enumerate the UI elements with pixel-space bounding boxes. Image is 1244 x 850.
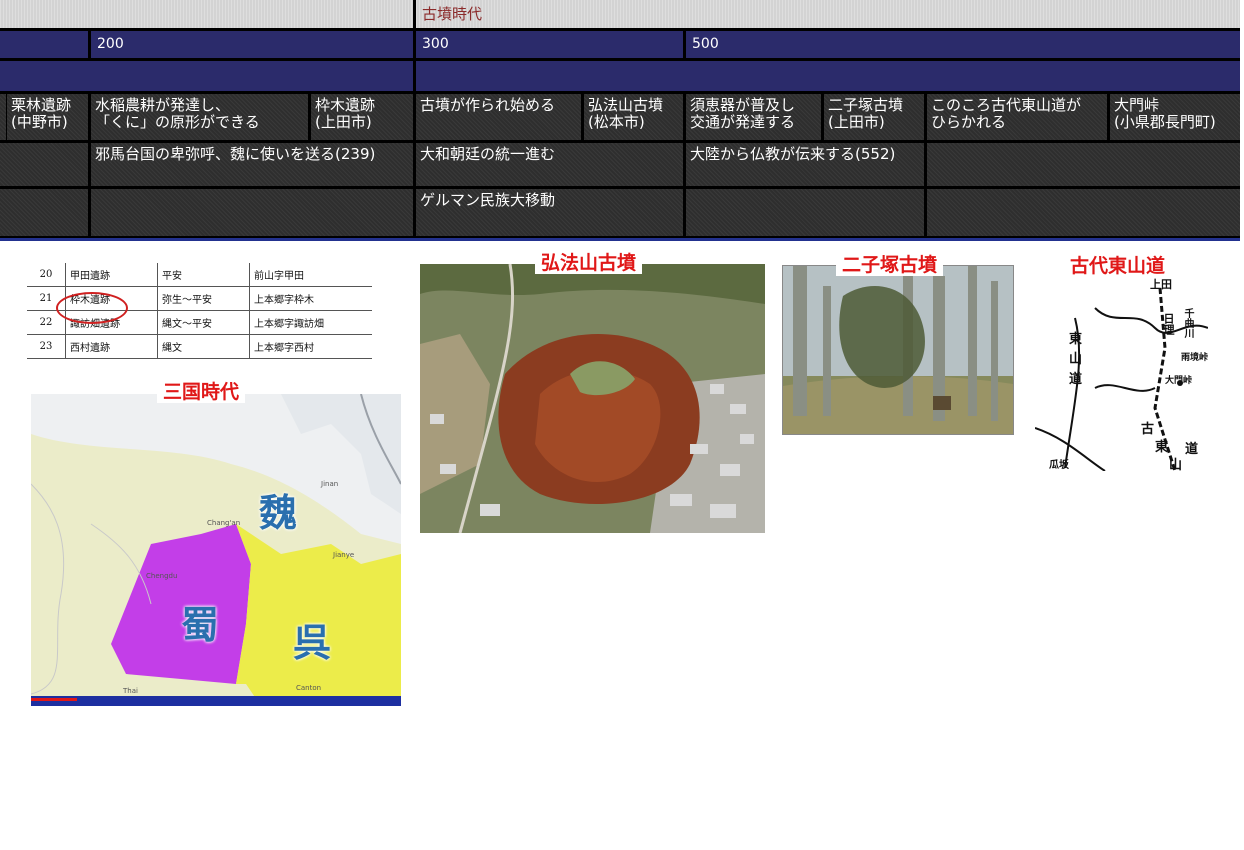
- city-label: Canton: [296, 684, 322, 692]
- event-blank: [91, 189, 413, 236]
- event-line1: 栗林遺跡: [11, 96, 72, 114]
- event-line1: 二子塚古墳: [828, 96, 904, 114]
- label-wu: 呉: [293, 620, 332, 665]
- tosando-old-map: 上田 日理 東 山 道 千曲川 大門峠 雨境峠 瓜坂 古 東 山 道: [1035, 268, 1208, 471]
- event-wakuki: 枠木遺跡 (上田市): [311, 94, 413, 140]
- three-kingdoms-map: 魏 蜀 呉 Chang'an Chengdu Jianye Canton Jin…: [31, 394, 401, 706]
- map-bottom-bar: [31, 696, 401, 706]
- old-map-illustration: [1035, 268, 1208, 471]
- event-blank: [0, 189, 88, 236]
- event-tosando: このころ古代東山道が ひらかれる: [927, 94, 1107, 140]
- event-blank: [927, 143, 1240, 186]
- city-label: Jianye: [333, 551, 355, 559]
- event-blank: [927, 189, 1240, 236]
- event-yamato: 大和朝廷の統一進む: [416, 143, 683, 186]
- old-map-label: 大門峠: [1165, 376, 1193, 386]
- year-300: 300: [416, 31, 683, 58]
- event-line2: (小県郡長門町): [1114, 113, 1216, 131]
- event-line1: 水稲農耕が発達し、: [95, 96, 231, 114]
- label-shu: 蜀: [181, 602, 220, 647]
- table-bottom-border: [0, 238, 1240, 241]
- band-left: [0, 61, 413, 91]
- label-wei: 魏: [259, 490, 298, 535]
- event-blank-left: [0, 94, 6, 140]
- highlight-circle: [56, 292, 128, 324]
- event-line2: (上田市): [828, 113, 885, 131]
- old-map-label: 山: [1069, 352, 1083, 367]
- city-label: Chang'an: [207, 519, 241, 527]
- event-line2: 「くに」の原形ができる: [95, 113, 260, 131]
- caption-tosando: 古代東山道: [1064, 255, 1172, 277]
- kobosan-aerial-photo: [420, 264, 765, 533]
- event-sueki: 須恵器が普及し 交通が発達する: [686, 94, 821, 140]
- year-500: 500: [686, 31, 1240, 58]
- event-kuribayashi: 栗林遺跡 (中野市): [7, 94, 88, 140]
- site-no: 23: [27, 334, 66, 359]
- old-map-label: 日理: [1162, 313, 1175, 335]
- old-map-label: 雨境峠: [1181, 353, 1208, 363]
- event-daimon-pass: 大門峠 (小県郡長門町): [1110, 94, 1240, 140]
- event-rice-farming: 水稲農耕が発達し、 「くに」の原形ができる: [91, 94, 308, 140]
- table-row: 20 甲田遺跡 平安 前山字甲田: [27, 263, 372, 287]
- old-map-label: 道: [1069, 372, 1083, 387]
- event-line2: (上田市): [315, 113, 372, 131]
- caption-futagozuka: 二子塚古墳: [836, 254, 944, 276]
- event-line1: 枠木遺跡: [315, 96, 376, 114]
- old-map-label: 千曲川: [1182, 308, 1193, 338]
- site-name: 甲田遺跡: [64, 263, 158, 287]
- event-blank: [0, 143, 88, 186]
- timeline-table: 古墳時代 200 300 500 栗林遺跡 (中野市) 水稲農耕が発達し、 「く…: [0, 0, 1240, 241]
- event-germanic: ゲルマン民族大移動: [416, 189, 683, 236]
- event-line2: (中野市): [11, 113, 68, 131]
- old-map-label: 古: [1141, 422, 1155, 437]
- map-red-mark: [31, 698, 77, 701]
- site-period: 平安: [157, 263, 250, 287]
- event-line1: このころ古代東山道が: [931, 96, 1082, 114]
- site-place: 上本郷字西村: [249, 334, 372, 359]
- old-map-label: 瓜坂: [1049, 460, 1069, 471]
- era-blank-cell: [0, 0, 413, 28]
- event-buddhism: 大陸から仏教が伝来する(552): [686, 143, 924, 186]
- table-row: 23 西村遺跡 縄文 上本郷字西村: [27, 334, 372, 359]
- event-himiko: 邪馬台国の卑弥呼、魏に使いを送る(239): [91, 143, 413, 186]
- event-line1: 弘法山古墳: [588, 96, 664, 114]
- site-period: 縄文～平安: [157, 310, 250, 335]
- site-place: 上本郷字枠木: [249, 286, 372, 311]
- city-label: Chengdu: [146, 572, 178, 580]
- event-futagozuka: 二子塚古墳 (上田市): [824, 94, 924, 140]
- site-place: 上本郷字諏訪畑: [249, 310, 372, 335]
- caption-three-kingdoms: 三国時代: [157, 381, 246, 403]
- map-regions: [31, 394, 401, 706]
- event-line2: 交通が発達する: [690, 113, 796, 131]
- city-label: Thai: [123, 687, 138, 695]
- site-period: 縄文: [157, 334, 250, 359]
- caption-kobosan: 弘法山古墳: [535, 252, 643, 274]
- old-map-label: 山: [1169, 458, 1183, 471]
- event-line1: 須恵器が普及し: [690, 96, 796, 114]
- old-map-label: 東: [1069, 332, 1083, 347]
- year-blank-cell: [0, 31, 88, 58]
- year-200: 200: [91, 31, 413, 58]
- band-right: [416, 61, 1240, 91]
- old-map-label: 東: [1155, 440, 1169, 455]
- site-period: 弥生～平安: [157, 286, 250, 311]
- event-line1: 古墳が作られ始める: [420, 96, 556, 114]
- site-place: 前山字甲田: [249, 263, 372, 287]
- old-map-label: 道: [1185, 442, 1199, 457]
- event-line1: 大門峠: [1114, 96, 1160, 114]
- old-map-label: 上田: [1150, 278, 1172, 291]
- aerial-illustration: [420, 264, 765, 533]
- site-no: 20: [27, 263, 66, 287]
- city-label: Jinan: [321, 480, 339, 488]
- era-label-kofun: 古墳時代: [416, 0, 1240, 28]
- event-blank: [686, 189, 924, 236]
- site-name: 西村遺跡: [64, 334, 158, 359]
- event-line2: ひらかれる: [931, 113, 1007, 131]
- event-kobosan: 弘法山古墳 (松本市): [584, 94, 683, 140]
- futagozuka-photo: [782, 265, 1014, 435]
- event-kofun-begin: 古墳が作られ始める: [416, 94, 581, 140]
- event-line2: (松本市): [588, 113, 645, 131]
- forest-illustration: [783, 266, 1013, 434]
- site-list-image: 20 甲田遺跡 平安 前山字甲田 21 枠木遺跡 弥生～平安 上本郷字枠木 22…: [27, 263, 372, 373]
